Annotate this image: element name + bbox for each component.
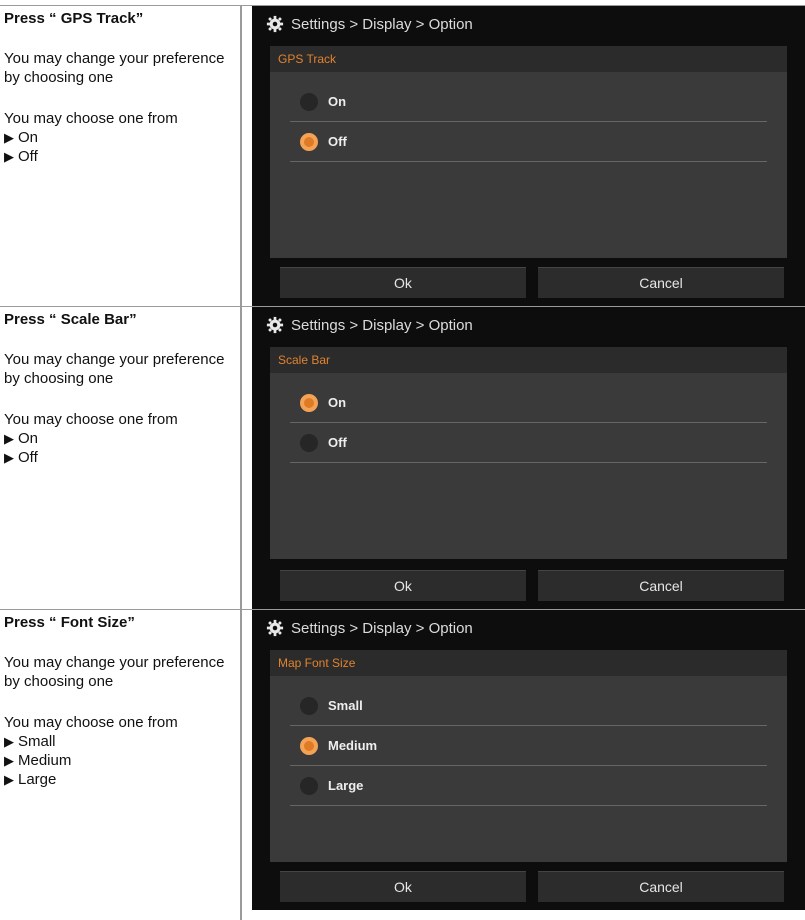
radio-icon [300, 433, 318, 452]
cancel-button[interactable]: Cancel [538, 570, 784, 601]
gear-icon [266, 316, 284, 334]
triangle-right-icon: ▶ [4, 734, 14, 749]
section-font-size: Press “ Font Size” You may change your p… [0, 610, 805, 920]
choice-label: Small [18, 733, 56, 750]
section-description: You may change your preference by choosi… [4, 351, 225, 387]
radio-icon [300, 696, 318, 715]
triangle-right-icon: ▶ [4, 431, 14, 446]
option-off[interactable]: Off [290, 122, 767, 162]
section-gps-track: Press “ GPS Track” You may change your p… [0, 6, 805, 306]
breadcrumb-text: Settings > Display > Option [291, 316, 473, 334]
option-panel: Scale Bar On Off [270, 347, 787, 559]
option-on[interactable]: On [290, 383, 767, 423]
triangle-right-icon: ▶ [4, 130, 14, 145]
option-label: Large [328, 778, 364, 793]
cancel-button[interactable]: Cancel [538, 267, 784, 298]
radio-selected-icon [300, 132, 318, 151]
choices-intro: You may choose one from [4, 411, 178, 428]
choice-item: ▶ On [4, 429, 240, 448]
device-screen: Settings > Display > Option Map Font Siz… [252, 610, 805, 910]
option-off[interactable]: Off [290, 423, 767, 463]
instruction-table: Press “ GPS Track” You may change your p… [0, 0, 805, 920]
choice-label: Off [18, 449, 38, 466]
section-description: You may change your preference by choosi… [4, 50, 225, 86]
option-label: Small [328, 698, 363, 713]
gear-icon [266, 619, 284, 637]
option-panel: Map Font Size Small Medium Large [270, 650, 787, 862]
choice-item: ▶ Medium [4, 751, 240, 770]
option-small[interactable]: Small [290, 686, 767, 726]
option-label: Off [328, 435, 347, 450]
triangle-right-icon: ▶ [4, 450, 14, 465]
section-description: You may change your preference by choosi… [4, 654, 225, 690]
choices-intro: You may choose one from [4, 714, 178, 731]
section-scale-bar: Press “ Scale Bar” You may change your p… [0, 307, 805, 609]
option-label: Medium [328, 738, 378, 753]
breadcrumb: Settings > Display > Option [252, 6, 805, 42]
option-label: On [328, 94, 347, 109]
option-large[interactable]: Large [290, 766, 767, 806]
panel-title: Map Font Size [270, 650, 787, 676]
device-screen: Settings > Display > Option GPS Track On… [252, 6, 805, 306]
option-list: Small Medium Large [290, 686, 767, 806]
option-on[interactable]: On [290, 82, 767, 122]
breadcrumb-text: Settings > Display > Option [291, 15, 473, 33]
instruction-cell: Press “ Font Size” You may change your p… [0, 610, 242, 920]
triangle-right-icon: ▶ [4, 772, 14, 787]
choices-intro: You may choose one from [4, 110, 178, 127]
ok-button[interactable]: Ok [280, 570, 526, 601]
choice-label: Off [18, 148, 38, 165]
choice-item: ▶ Small [4, 732, 240, 751]
choice-item: ▶ Off [4, 448, 240, 467]
option-list: On Off [290, 383, 767, 463]
panel-title: Scale Bar [270, 347, 787, 373]
instruction-cell: Press “ GPS Track” You may change your p… [0, 6, 242, 306]
gear-icon [266, 15, 284, 33]
section-heading: Press “ GPS Track” [4, 10, 144, 27]
radio-icon [300, 92, 318, 111]
triangle-right-icon: ▶ [4, 149, 14, 164]
breadcrumb: Settings > Display > Option [252, 610, 805, 646]
section-heading: Press “ Font Size” [4, 614, 135, 631]
radio-icon [300, 776, 318, 795]
choice-item: ▶ On [4, 128, 240, 147]
option-list: On Off [290, 82, 767, 162]
device-screen: Settings > Display > Option Scale Bar On… [252, 307, 805, 609]
choice-label: On [18, 129, 39, 146]
instruction-cell: Press “ Scale Bar” You may change your p… [0, 307, 242, 609]
triangle-right-icon: ▶ [4, 753, 14, 768]
ok-button[interactable]: Ok [280, 871, 526, 902]
option-medium[interactable]: Medium [290, 726, 767, 766]
panel-title: GPS Track [270, 46, 787, 72]
ok-button[interactable]: Ok [280, 267, 526, 298]
breadcrumb: Settings > Display > Option [252, 307, 805, 343]
choice-label: Medium [18, 752, 72, 769]
option-label: Off [328, 134, 347, 149]
choice-label: On [18, 430, 39, 447]
cancel-button[interactable]: Cancel [538, 871, 784, 902]
choice-item: ▶ Off [4, 147, 240, 166]
section-heading: Press “ Scale Bar” [4, 311, 137, 328]
option-panel: GPS Track On Off [270, 46, 787, 258]
radio-selected-icon [300, 393, 318, 412]
choice-item: ▶ Large [4, 770, 240, 789]
option-label: On [328, 395, 347, 410]
breadcrumb-text: Settings > Display > Option [291, 619, 473, 637]
choice-label: Large [18, 771, 57, 788]
radio-selected-icon [300, 736, 318, 755]
